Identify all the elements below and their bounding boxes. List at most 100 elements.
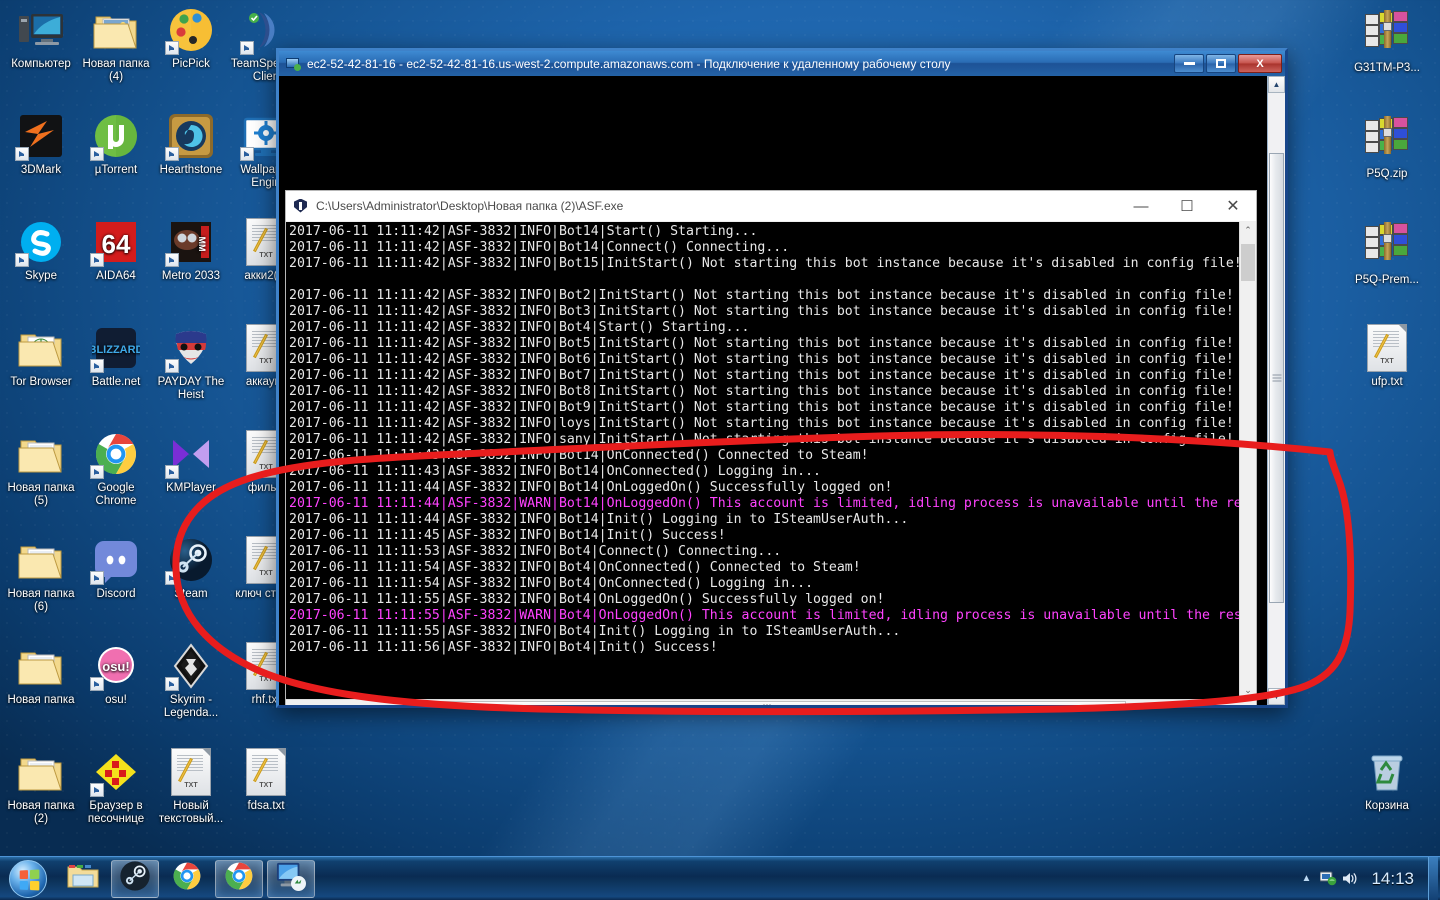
desktop-icon-left-16[interactable]: Новая папка (5)	[4, 430, 78, 508]
payday-icon	[165, 324, 215, 373]
explorer-icon	[66, 861, 100, 896]
console-vscroll-thumb[interactable]	[1241, 244, 1255, 281]
rdp-scroll-down-button[interactable]: ▼	[1268, 688, 1285, 705]
desktop-icon-label: KMPlayer	[166, 482, 216, 494]
folder-icon	[17, 430, 65, 478]
desktop-icon-right-0[interactable]: G31TM-P3...	[1350, 6, 1424, 75]
console-titlebar[interactable]: C:\Users\Administrator\Desktop\Новая пап…	[286, 191, 1256, 222]
desktop-icon-right-2[interactable]: P5Q-Prem...	[1350, 218, 1424, 287]
desktop-icon-left-8[interactable]: Skype	[4, 218, 78, 283]
console-close-button[interactable]: ✕	[1210, 191, 1256, 221]
remote-desktop-icon	[285, 56, 301, 72]
console-minimize-button[interactable]: —	[1118, 191, 1164, 221]
desktop-icon-label: ufp.txt	[1371, 376, 1403, 388]
svg-text:osu!: osu!	[102, 659, 129, 674]
desktop-icon-label: Браузер в песочнице	[87, 800, 145, 825]
console-log-line: 2017-06-11 11:11:54|ASF-3832|INFO|Bot4|O…	[289, 560, 861, 575]
desktop-icon-left-5[interactable]: µTorrent	[79, 112, 153, 177]
desktop-icon-left-12[interactable]: Tor Browser	[4, 324, 78, 389]
console-log-line: 2017-06-11 11:11:42|ASF-3832|INFO|Bot5|I…	[289, 336, 1234, 351]
rdp-vscroll-thumb[interactable]	[1269, 153, 1284, 603]
desktop-icon-left-2[interactable]: PicPick	[154, 6, 228, 71]
folder-icon	[17, 748, 65, 796]
desktop-icon-label: Skyrim - Legenda...	[163, 694, 219, 719]
console-vertical-scrollbar[interactable]: ⌃ ⌄	[1239, 222, 1256, 699]
desktop-icon-left-26[interactable]: Skyrim - Legenda...	[154, 642, 228, 720]
desktop-icon-left-4[interactable]: 3DMark	[4, 112, 78, 177]
desktop-icon-left-0[interactable]: Компьютер	[4, 6, 78, 71]
desktop-icon-label: Новая папка	[7, 694, 75, 706]
desktop-icon-left-21[interactable]: Discord	[79, 536, 153, 601]
rdp-restore-button[interactable]	[1206, 54, 1236, 73]
desktop-icon-left-22[interactable]: Steam	[154, 536, 228, 601]
taskbar[interactable]: ▲ 14:13	[0, 856, 1440, 900]
console-log-line: 2017-06-11 11:11:42|ASF-3832|INFO|sany|I…	[289, 432, 1234, 447]
console-resize-grip[interactable]	[1239, 700, 1256, 705]
desktop-icon-left-14[interactable]: PAYDAY The Heist	[154, 324, 228, 402]
console-scroll-left-button[interactable]: ◂	[286, 700, 303, 706]
txt-icon: TXT	[167, 748, 215, 796]
console-maximize-button[interactable]: ☐	[1164, 191, 1210, 221]
desktop-icon-left-28[interactable]: Новая папка (2)	[4, 748, 78, 826]
desktop-icon-left-24[interactable]: Новая папка	[4, 642, 78, 707]
desktop-icon-left-17[interactable]: Google Chrome	[79, 430, 153, 508]
taskbar-item-remote-desktop[interactable]	[267, 859, 315, 898]
rdp-vertical-scrollbar[interactable]: ▲ ▼	[1267, 76, 1285, 705]
desktop-icon-left-1[interactable]: Новая папка (4)	[79, 6, 153, 84]
console-scroll-down-button[interactable]: ⌄	[1240, 682, 1256, 699]
system-tray[interactable]: ▲ 14:13	[1295, 856, 1440, 900]
remote-session-canvas[interactable]: C:\Users\Administrator\Desktop\Новая пап…	[279, 76, 1267, 705]
desktop-icon-left-10[interactable]: MM Metro 2033	[154, 218, 228, 283]
remote-desktop-window[interactable]: ec2-52-42-81-16 - ec2-52-42-81-16.us-wes…	[276, 48, 1288, 708]
osu-icon: osu!	[90, 642, 140, 691]
console-log-line: 2017-06-11 11:11:42|ASF-3832|INFO|Bot6|I…	[289, 352, 1234, 367]
aida64-icon: 64	[90, 218, 140, 267]
shortcut-arrow-icon	[240, 41, 254, 55]
taskbar-item-steam[interactable]	[111, 859, 159, 898]
taskbar-item-chrome-1[interactable]	[163, 860, 211, 898]
console-log-output[interactable]: 2017-06-11 11:11:42|ASF-3832|INFO|Bot14|…	[286, 222, 1239, 699]
taskbar-item-chrome-2[interactable]	[215, 859, 263, 898]
network-icon[interactable]	[1317, 860, 1339, 898]
volume-icon[interactable]	[1339, 860, 1361, 898]
desktop-icon-left-20[interactable]: Новая папка (6)	[4, 536, 78, 614]
console-log-line: 2017-06-11 11:11:55|ASF-3832|INFO|Bot4|I…	[289, 624, 901, 639]
desktop-icon-left-31[interactable]: TXT fdsa.txt	[229, 748, 303, 813]
console-log-line: 2017-06-11 11:11:43|ASF-3832|INFO|Bot14|…	[289, 464, 821, 479]
desktop-icon-left-18[interactable]: KMPlayer	[154, 430, 228, 495]
shortcut-arrow-icon	[165, 571, 179, 585]
utorrent-icon	[90, 112, 140, 161]
asf-shield-icon	[294, 198, 309, 214]
desktop-icon-right-1[interactable]: P5Q.zip	[1350, 112, 1424, 181]
desktop-icon-label: Новая папка (2)	[7, 800, 75, 825]
desktop-icon-left-29[interactable]: Браузер в песочнице	[79, 748, 153, 826]
console-scroll-right-button[interactable]: ▸	[1222, 700, 1239, 705]
rdp-minimize-button[interactable]	[1174, 54, 1204, 73]
desktop-icon-left-9[interactable]: 64 AIDA64	[79, 218, 153, 283]
taskbar-item-explorer[interactable]	[59, 860, 107, 898]
tray-expand-button[interactable]: ▲	[1295, 860, 1317, 898]
remote-desktop-titlebar[interactable]: ec2-52-42-81-16 - ec2-52-42-81-16.us-wes…	[279, 51, 1285, 76]
asf-console-window[interactable]: C:\Users\Administrator\Desktop\Новая пап…	[285, 190, 1257, 705]
console-hscroll-thumb[interactable]	[408, 701, 1126, 705]
desktop-icon-right-3[interactable]: TXT ufp.txt	[1350, 324, 1424, 389]
battlenet-icon: BLIZZARD	[89, 324, 144, 373]
desktop-icon-label: Metro 2033	[161, 270, 221, 282]
desktop-icon-left-25[interactable]: osu! osu!	[79, 642, 153, 707]
console-scroll-up-button[interactable]: ⌃	[1240, 222, 1256, 239]
desktop-icon-right-4[interactable]: Корзина	[1350, 748, 1424, 813]
desktop-icon-left-30[interactable]: TXT Новый текстовый...	[154, 748, 228, 826]
rdp-close-button[interactable]: X	[1238, 54, 1282, 73]
rdp-scroll-up-button[interactable]: ▲	[1268, 76, 1285, 93]
desktop-icon-left-6[interactable]: Hearthstone	[154, 112, 228, 177]
show-desktop-button[interactable]	[1428, 856, 1438, 900]
start-button[interactable]	[1, 859, 55, 899]
console-log-line: 2017-06-11 11:11:42|ASF-3832|INFO|Bot14|…	[289, 224, 758, 239]
taskbar-clock[interactable]: 14:13	[1361, 869, 1428, 889]
console-content-area: 2017-06-11 11:11:42|ASF-3832|INFO|Bot14|…	[286, 222, 1256, 699]
computer-icon	[17, 6, 65, 54]
console-log-line: 2017-06-11 11:11:45|ASF-3832|INFO|Bot14|…	[289, 528, 726, 543]
console-horizontal-scrollbar[interactable]: ◂ ▸	[286, 699, 1256, 705]
desktop-icon-left-13[interactable]: BLIZZARD Battle.net	[79, 324, 153, 389]
desktop-icon-label: G31TM-P3...	[1354, 62, 1420, 74]
